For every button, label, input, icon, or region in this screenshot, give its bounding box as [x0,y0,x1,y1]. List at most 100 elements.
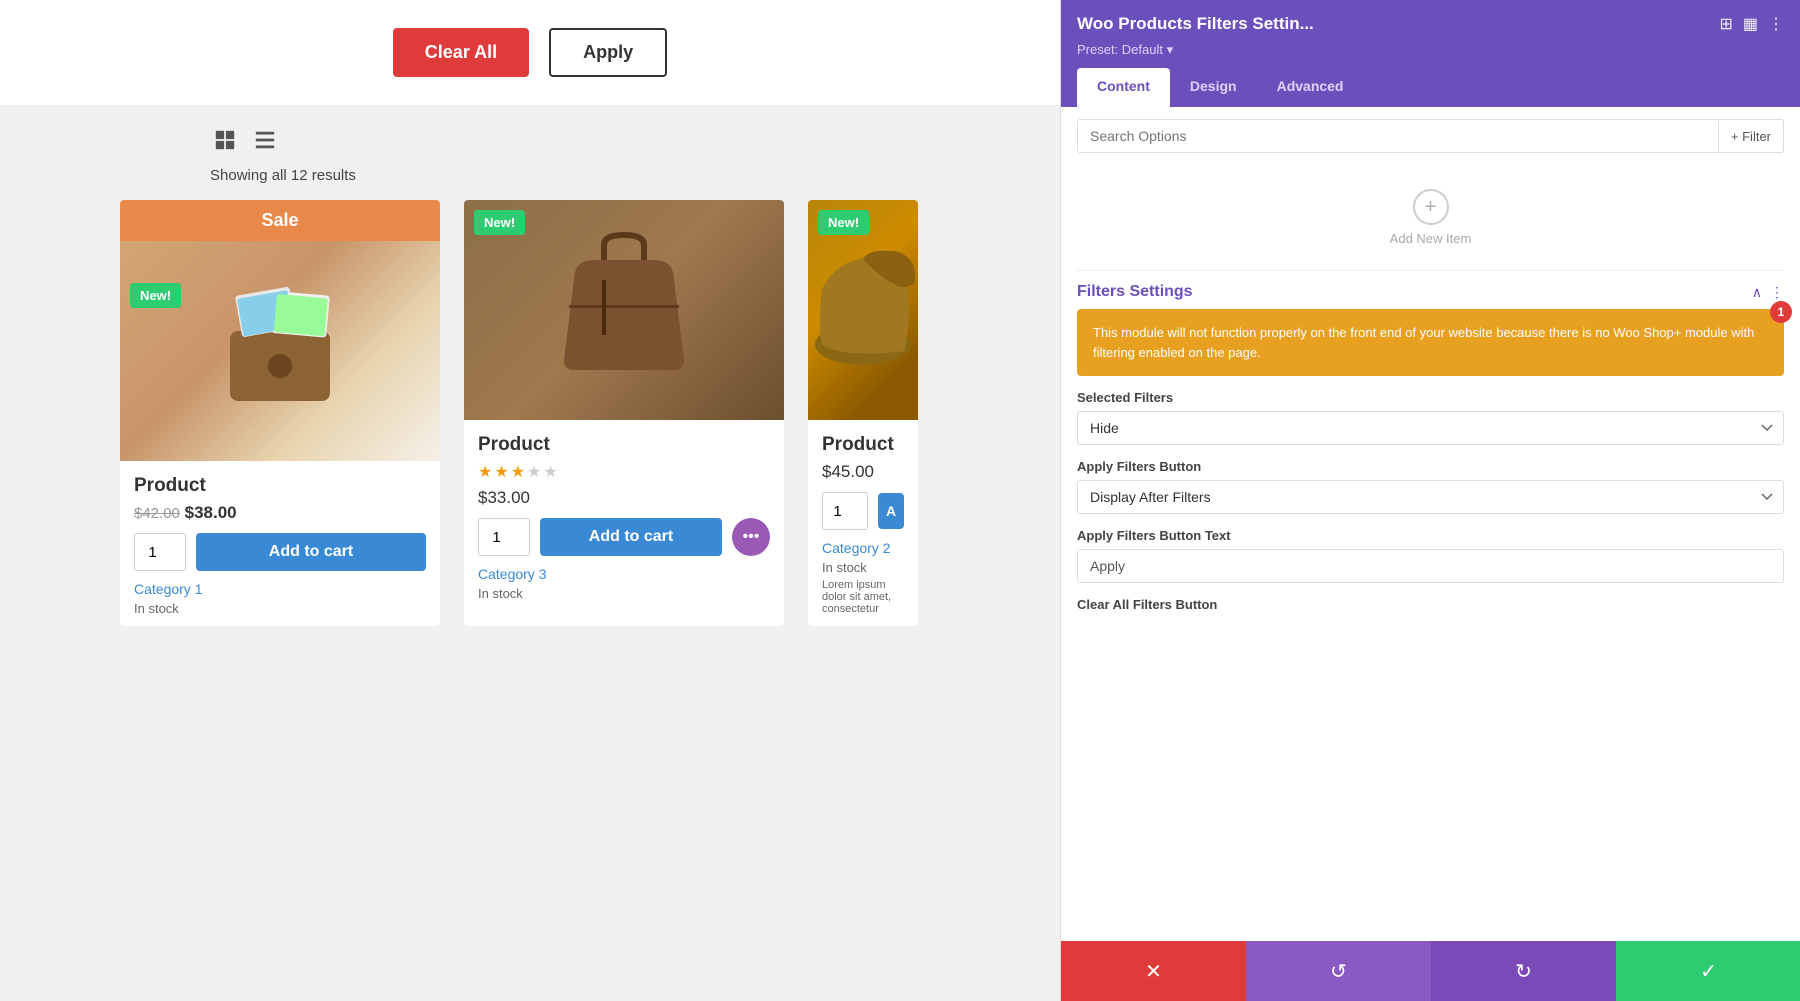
product-category[interactable]: Category 3 [478,566,770,582]
product-actions: Add to cart ••• [478,518,770,556]
product-info: Product ★ ★ ★ ★ ★ $33.00 Add to cart •••… [464,420,784,611]
selected-filters-select[interactable]: Hide Show [1077,411,1784,445]
product-price: $42.00 $38.00 [134,503,426,523]
product-title: Product [478,434,770,456]
more-icon[interactable]: ⋮ [1768,14,1784,34]
product-title: Product [134,475,426,497]
price-new: $38.00 [185,503,237,522]
add-to-cart-button[interactable]: A [878,493,904,529]
filter-bar: Clear All Apply [0,0,1060,105]
apply-filters-button-label: Apply Filters Button [1077,459,1784,474]
delete-icon: ✕ [1145,959,1162,984]
bottom-toolbar: ✕ ↺ ↻ ✓ [1061,941,1800,1001]
panel-header: Woo Products Filters Settin... ⊞ ▦ ⋮ Pre… [1061,0,1800,107]
apply-filters-button-row: Apply Filters Button Display After Filte… [1077,459,1784,514]
star-icon: ★ [527,462,541,482]
products-grid: Sale New! Product [0,200,1060,626]
main-content: Clear All Apply Showing all 12 results S… [0,0,1060,1001]
section-actions: ∧ ⋮ [1752,284,1784,301]
apply-filters-text-row: Apply Filters Button Text [1077,528,1784,583]
add-new-label: Add New Item [1390,231,1472,246]
product-image [120,241,440,461]
warning-text: This module will not function properly o… [1093,325,1754,360]
star-icon: ★ [543,462,557,482]
product-category[interactable]: Category 1 [134,581,426,597]
clear-all-filters-label: Clear All Filters Button [1077,597,1784,612]
product-card: Sale New! Product [120,200,440,626]
product-info: Product $45.00 A Category 2 In stock Lor… [808,420,918,625]
product-title: Product [822,434,904,456]
selected-filters-row: Selected Filters Hide Show [1077,390,1784,445]
right-panel: Woo Products Filters Settin... ⊞ ▦ ⋮ Pre… [1060,0,1800,1001]
filters-settings-section: Filters Settings ∧ ⋮ 1 This module will … [1077,270,1784,612]
apply-filters-text-label: Apply Filters Button Text [1077,528,1784,543]
apply-filters-text-input[interactable] [1077,549,1784,583]
more-options-icon[interactable]: ⋮ [1770,284,1784,301]
tab-design[interactable]: Design [1170,68,1257,107]
check-icon: ✓ [1700,959,1717,984]
warning-box: 1 This module will not function properly… [1077,309,1784,376]
filters-settings-title: Filters Settings [1077,283,1193,301]
panel-tabs: Content Design Advanced [1077,68,1784,107]
apply-filters-button-select[interactable]: Display After Filters Display Before Fil… [1077,480,1784,514]
more-options-button[interactable]: ••• [732,518,770,556]
redo-icon: ↻ [1515,959,1532,984]
settings-icon[interactable]: ⊞ [1719,14,1732,34]
sale-banner: Sale [120,200,440,241]
layout-icon[interactable]: ▦ [1743,14,1758,34]
panel-preset[interactable]: Preset: Default ▾ [1077,42,1784,58]
add-new-icon: + [1413,189,1449,225]
add-filter-button[interactable]: + Filter [1718,121,1783,152]
confirm-button[interactable]: ✓ [1616,941,1800,1001]
undo-icon: ↺ [1330,959,1347,984]
new-badge: New! [818,210,869,235]
product-stock: In stock [134,601,426,616]
product-info: Product $42.00 $38.00 Add to cart Catego… [120,461,440,626]
product-category[interactable]: Category 2 [822,540,904,556]
star-icon: ★ [494,462,508,482]
undo-button[interactable]: ↺ [1246,941,1431,1001]
new-badge: New! [130,283,181,308]
panel-title-row: Woo Products Filters Settin... ⊞ ▦ ⋮ [1077,14,1784,34]
add-new-item-button[interactable]: + Add New Item [1077,165,1784,262]
apply-button[interactable]: Apply [549,28,667,77]
list-view-icon[interactable] [250,125,280,155]
clear-all-button[interactable]: Clear All [393,28,529,77]
add-to-cart-button[interactable]: Add to cart [196,533,426,571]
panel-title: Woo Products Filters Settin... [1077,14,1314,34]
grid-view-icon[interactable] [210,125,240,155]
quantity-input[interactable] [478,518,530,556]
product-price: $33.00 [478,488,770,508]
panel-body: + Filter + Add New Item Filters Settings… [1061,107,1800,638]
selected-filters-label: Selected Filters [1077,390,1784,405]
quantity-input[interactable] [822,492,868,530]
quantity-input[interactable] [134,533,186,571]
product-price: $45.00 [822,462,904,482]
star-icon: ★ [511,462,525,482]
collapse-icon[interactable]: ∧ [1752,284,1762,301]
clear-all-filters-row: Clear All Filters Button [1077,597,1784,612]
warning-badge: 1 [1770,301,1792,323]
product-actions: Add to cart [134,533,426,571]
product-stars: ★ ★ ★ ★ ★ [478,462,770,482]
delete-button[interactable]: ✕ [1061,941,1246,1001]
star-icon: ★ [478,462,492,482]
tab-content[interactable]: Content [1077,68,1170,107]
product-description: Lorem ipsum dolor sit amet, consectetur [822,579,904,615]
new-badge: New! [474,210,525,235]
product-card: New! Product ★ ★ ★ ★ ★ [464,200,784,626]
add-to-cart-button[interactable]: Add to cart [540,518,722,556]
product-stock: In stock [478,586,770,601]
panel-title-icons: ⊞ ▦ ⋮ [1719,14,1784,34]
product-card: New! Product $45.00 A Category 2 In [808,200,918,626]
search-input[interactable] [1078,120,1718,152]
product-stock: In stock [822,560,904,575]
results-count: Showing all 12 results [0,163,1060,200]
tab-advanced[interactable]: Advanced [1257,68,1364,107]
search-bar: + Filter [1077,119,1784,153]
price-old: $42.00 [134,505,180,522]
redo-button[interactable]: ↻ [1431,941,1616,1001]
product-actions: A [822,492,904,530]
price: $33.00 [478,488,530,507]
section-header: Filters Settings ∧ ⋮ [1077,271,1784,309]
